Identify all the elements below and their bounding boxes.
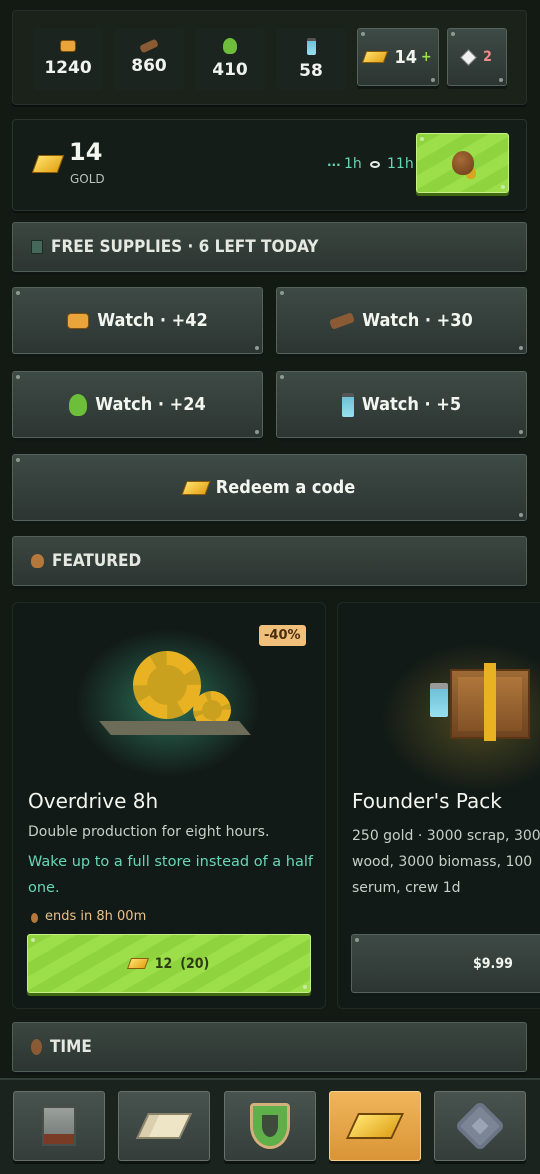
watch-label: Watch · +5 xyxy=(361,394,462,415)
resource-scrap: 1240 xyxy=(33,28,103,90)
nav-map-button[interactable] xyxy=(118,1091,210,1161)
watch-label: Watch · +30 xyxy=(362,310,473,331)
card-desc: 250 gold · 3000 scrap, 3000 wood, 3000 b… xyxy=(352,828,540,897)
wood-icon xyxy=(139,38,159,54)
resource-serum: 58 xyxy=(276,28,346,90)
price: $9.99 xyxy=(473,955,513,972)
card-highlight: Wake up to a full store instead of a hal… xyxy=(28,854,313,897)
gold-claim-button[interactable] xyxy=(416,133,509,193)
watch-label: Watch · +42 xyxy=(97,310,208,331)
dots-icon: ··· xyxy=(327,158,341,172)
biomass-icon xyxy=(69,393,88,416)
nav-settings-button[interactable] xyxy=(434,1091,526,1161)
free-supplies-title: FREE SUPPLIES · 6 LEFT TODAY xyxy=(51,237,319,257)
gold-icon xyxy=(126,958,149,969)
resource-value: 860 xyxy=(131,56,167,76)
top-gold-button[interactable]: 14 + xyxy=(357,28,439,86)
watch-biomass-button[interactable]: Watch · +24 xyxy=(12,371,263,438)
watch-serum-button[interactable]: Watch · +5 xyxy=(276,371,527,438)
pinecone-icon xyxy=(31,554,44,568)
gold-label: GOLD xyxy=(70,172,105,186)
watch-scrap-button[interactable]: Watch · +42 xyxy=(12,287,263,354)
buy-overdrive-button[interactable]: 12 (20) xyxy=(27,934,311,993)
biomass-icon xyxy=(223,38,237,54)
gold-icon xyxy=(31,155,65,173)
top-gold-value: 14 xyxy=(394,46,417,68)
scrap-icon xyxy=(67,312,90,329)
resource-value: 410 xyxy=(212,60,248,80)
supplies-icon xyxy=(31,240,43,254)
pinecone-icon xyxy=(31,913,38,923)
pinecone-icon xyxy=(451,151,474,175)
timer-two: 11h xyxy=(387,156,414,172)
price: 12 xyxy=(154,955,173,972)
gear-icon xyxy=(454,1100,506,1152)
time-title: TIME xyxy=(50,1037,92,1057)
pinecone-icon xyxy=(31,1039,42,1055)
redeem-label: Redeem a code xyxy=(215,477,356,498)
gear-icon xyxy=(133,651,201,719)
nav-crew-button[interactable] xyxy=(224,1091,316,1161)
cube-icon xyxy=(460,48,477,66)
eye-icon xyxy=(370,161,380,168)
ribbon-icon xyxy=(484,663,496,741)
top-gold-plus: + xyxy=(420,49,432,65)
resource-value: 58 xyxy=(299,60,323,81)
map-icon xyxy=(135,1113,193,1139)
featured-title: FEATURED xyxy=(52,551,142,571)
serum-icon xyxy=(341,392,354,417)
redeem-code-button[interactable]: Redeem a code xyxy=(12,454,527,521)
gold-amount: 14 xyxy=(69,138,103,166)
gold-icon xyxy=(181,480,211,495)
gold-icon xyxy=(362,51,389,63)
timer-one: 1h xyxy=(344,156,362,172)
wood-icon xyxy=(329,311,356,330)
serum-icon xyxy=(430,683,448,717)
tower-icon xyxy=(42,1106,76,1146)
free-supplies-header: FREE SUPPLIES · 6 LEFT TODAY xyxy=(12,222,527,272)
watch-label: Watch · +24 xyxy=(95,394,206,415)
nav-shop-button[interactable] xyxy=(329,1091,421,1161)
gold-icon xyxy=(345,1113,405,1139)
card-ends: ends in 8h 00m xyxy=(45,909,147,924)
scrap-icon xyxy=(60,40,76,52)
top-cube-button[interactable]: 2 xyxy=(447,28,507,86)
top-cube-value: 2 xyxy=(483,49,492,65)
time-header: TIME xyxy=(12,1022,527,1072)
resource-value: 1240 xyxy=(44,58,92,78)
old-price: (20) xyxy=(180,955,210,972)
resource-biomass: 410 xyxy=(195,28,265,90)
card-desc: Double production for eight hours. xyxy=(28,824,270,840)
discount-badge: -40% xyxy=(259,625,306,646)
nav-base-button[interactable] xyxy=(13,1091,105,1161)
resource-wood: 860 xyxy=(114,28,184,90)
shield-icon xyxy=(250,1103,290,1149)
buy-founders-button[interactable]: $9.99 xyxy=(351,934,540,993)
featured-header: FEATURED xyxy=(12,536,527,586)
watch-wood-button[interactable]: Watch · +30 xyxy=(276,287,527,354)
card-title: Overdrive 8h xyxy=(28,789,159,813)
serum-icon xyxy=(306,37,316,55)
card-title: Founder's Pack xyxy=(352,789,502,813)
platform-icon xyxy=(99,721,251,735)
